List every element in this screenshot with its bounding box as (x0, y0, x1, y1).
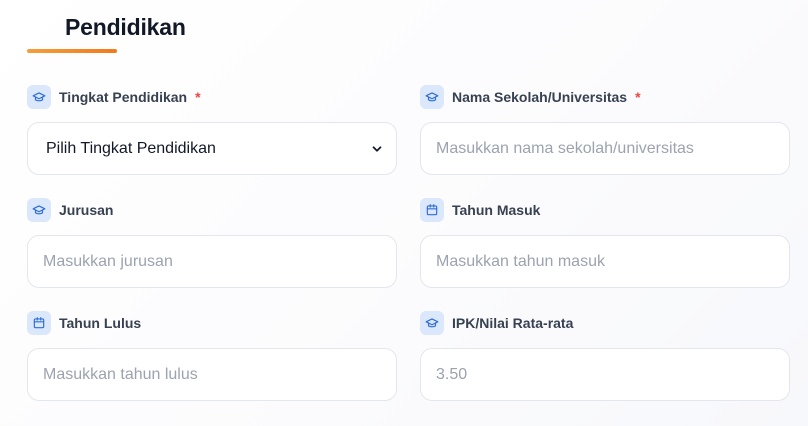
field-tahun-masuk: Tahun Masuk Masukkan tahun masuk (420, 198, 790, 288)
field-label-row: Tingkat Pendidikan * (27, 85, 397, 109)
field-label-row: Tahun Masuk (420, 198, 790, 222)
field-jurusan: Jurusan Masukkan jurusan (27, 198, 397, 288)
jurusan-input[interactable]: Masukkan jurusan (27, 235, 397, 288)
required-mark: * (635, 89, 641, 105)
field-tingkat-pendidikan: Tingkat Pendidikan * Pilih Tingkat Pendi… (27, 85, 397, 175)
field-label-row: Tahun Lulus (27, 311, 397, 335)
field-label: Tahun Lulus (59, 315, 142, 331)
field-label: Jurusan (59, 202, 114, 218)
graduation-cap-icon (420, 311, 444, 335)
select-value: Pilih Tingkat Pendidikan (46, 139, 216, 157)
field-label-row: IPK/Nilai Rata-rata (420, 311, 790, 335)
field-nama-sekolah: Nama Sekolah/Universitas * Masukkan nama… (420, 85, 790, 175)
chevron-down-icon (370, 142, 384, 156)
ipk-input[interactable]: 3.50 (420, 348, 790, 401)
calendar-icon (27, 311, 51, 335)
nama-sekolah-input[interactable]: Masukkan nama sekolah/universitas (420, 122, 790, 175)
field-tahun-lulus: Tahun Lulus Masukkan tahun lulus (27, 311, 397, 401)
field-ipk: IPK/Nilai Rata-rata 3.50 (420, 311, 790, 401)
field-label-row: Nama Sekolah/Universitas * (420, 85, 790, 109)
tahun-masuk-input[interactable]: Masukkan tahun masuk (420, 235, 790, 288)
field-label-row: Jurusan (27, 198, 397, 222)
field-label: Nama Sekolah/Universitas (452, 89, 628, 105)
tahun-lulus-input[interactable]: Masukkan tahun lulus (27, 348, 397, 401)
tingkat-pendidikan-select[interactable]: Pilih Tingkat Pendidikan (27, 122, 397, 175)
field-label: IPK/Nilai Rata-rata (452, 315, 574, 331)
graduation-cap-icon (420, 85, 444, 109)
field-label: Tingkat Pendidikan (59, 89, 188, 105)
field-label: Tahun Masuk (452, 202, 541, 218)
calendar-icon (420, 198, 444, 222)
section-title: Pendidikan (65, 14, 186, 40)
graduation-cap-icon (27, 85, 51, 109)
graduation-cap-icon (27, 198, 51, 222)
education-section: Pendidikan Tingkat Pendidikan * Pilih Ti… (0, 0, 808, 426)
title-underline (27, 49, 117, 53)
required-mark: * (195, 89, 201, 105)
